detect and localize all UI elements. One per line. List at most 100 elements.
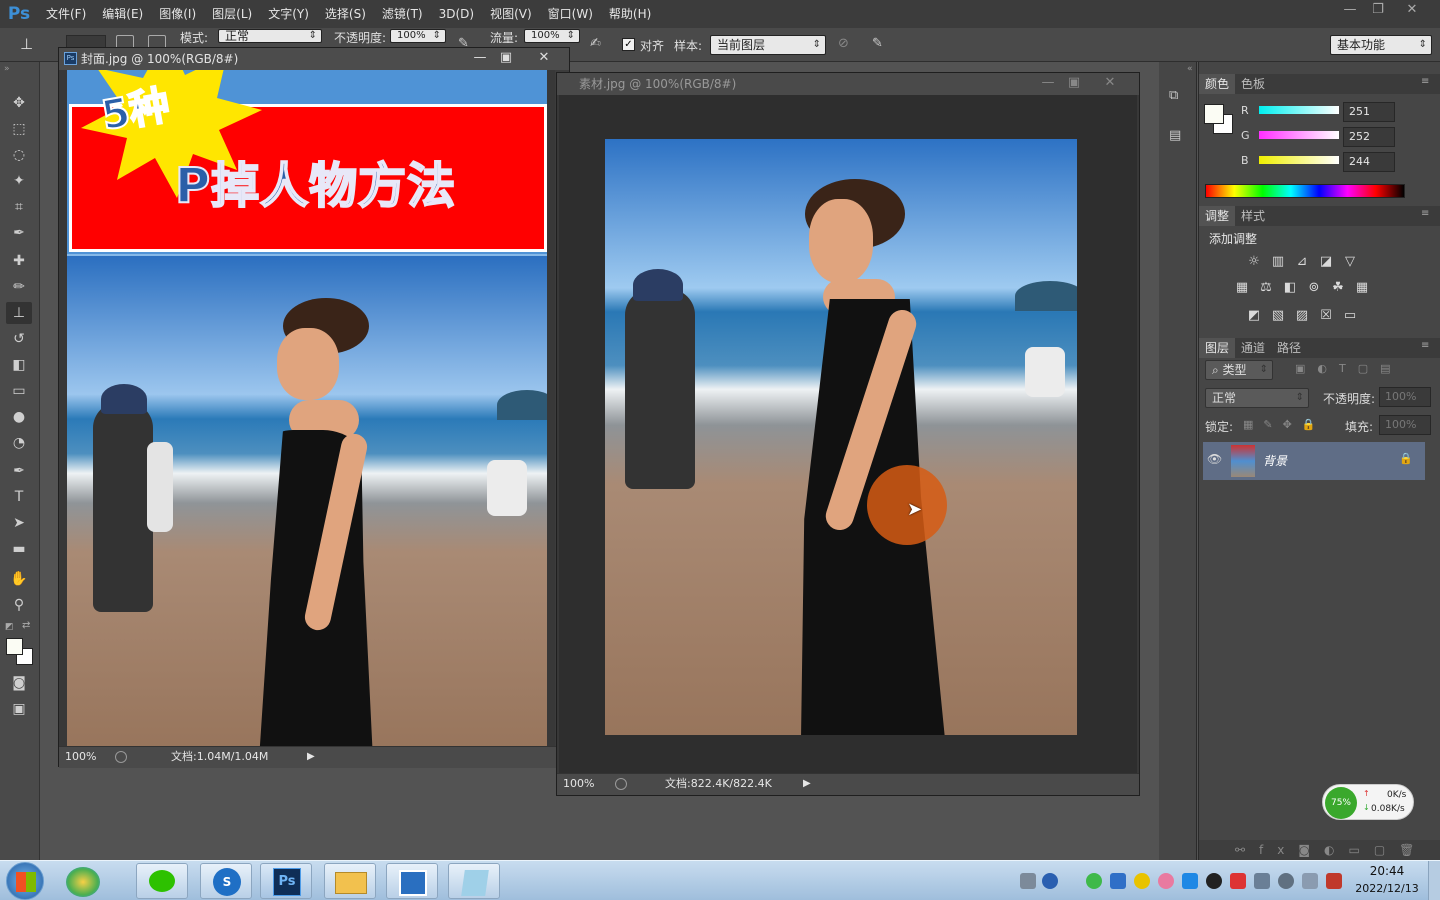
tab-channels[interactable]: 通道 [1235,338,1271,358]
lock-icons[interactable]: ▦✎✥🔒 [1243,418,1326,431]
menu-3d[interactable]: 3D(D) [431,0,482,28]
pressure-size-icon[interactable]: ✎ [872,36,888,52]
start-button[interactable] [6,862,44,900]
doc2-status-arrow-icon[interactable]: ▶ [803,774,811,794]
menu-view[interactable]: 视图(V) [482,0,540,28]
doc2-minimize-button[interactable]: — [1035,73,1061,93]
taskbar-notes[interactable] [448,863,500,899]
dodge-tool-icon[interactable]: ◔ [6,432,32,454]
doc1-info-icon[interactable] [115,751,127,763]
marquee-tool-icon[interactable]: ⬚ [6,118,32,140]
photo-filter-icon[interactable]: ⊚ [1305,280,1323,296]
panel-menu-icon[interactable]: ≡ [1421,340,1429,351]
menu-select[interactable]: 选择(S) [317,0,374,28]
display-tray-icon[interactable] [1302,873,1318,889]
selective-color-icon[interactable]: ☒ [1317,308,1335,324]
menu-file[interactable]: 文件(F) [38,0,94,28]
flow-select[interactable]: 100% [524,29,580,43]
blend-mode-select[interactable]: 正常 [1205,388,1309,408]
color-balance-icon[interactable]: ⚖ [1257,280,1275,296]
wechat-tray-icon[interactable] [1086,873,1102,889]
move-tool-icon[interactable]: ✥ [6,92,32,114]
layer-opacity-value[interactable]: 100% [1379,387,1431,407]
doc1-close-button[interactable]: ✕ [531,48,557,68]
type-tool-icon[interactable]: T [6,486,32,508]
opacity-select[interactable]: 100% [390,29,446,43]
color-app-icon[interactable] [66,867,100,897]
brush-tool-icon[interactable]: ✏ [6,276,32,298]
levels-icon[interactable]: ▥ [1269,254,1287,270]
menu-filter[interactable]: 滤镜(T) [374,0,431,28]
eyedropper-tool-icon[interactable]: ✒ [6,222,32,244]
properties-panel-icon[interactable]: ▤ [1169,128,1187,146]
lasso-tool-icon[interactable]: ◌ [6,144,32,166]
layer-filter-icons[interactable]: ▣◐T▢▤ [1295,362,1403,375]
tab-layers[interactable]: 图层 [1199,338,1236,358]
layer-filter-select[interactable]: ⌕ 类型 [1205,360,1273,380]
doc1-status-arrow-icon[interactable]: ▶ [307,747,315,767]
menu-edit[interactable]: 编辑(E) [94,0,151,28]
app-restore-button[interactable]: ❐ [1364,0,1392,20]
security-tray-icon[interactable] [1134,873,1150,889]
network-tray-icon[interactable] [1110,873,1126,889]
windows-flag-tray-icon[interactable] [1182,873,1198,889]
taskbar-media[interactable] [386,863,438,899]
layer-actions-bar[interactable]: ⚯fx◙◐▭▢🗑 [1199,840,1440,860]
collapse-arrows-icon[interactable]: « [1187,64,1193,74]
pen-tool-icon[interactable]: ✒ [6,460,32,482]
tab-paths[interactable]: 路径 [1271,338,1307,358]
history-brush-tool-icon[interactable]: ↺ [6,328,32,350]
eraser-tool-icon[interactable]: ◧ [6,354,32,376]
network-speed-widget[interactable]: 75% ↑ 0K/s ↓ 0.08K/s [1322,784,1414,820]
tab-color[interactable]: 颜色 [1199,74,1236,94]
clone-stamp-tool-icon[interactable]: ⊥ [6,302,32,324]
screen-mode-icon[interactable]: ▣ [6,698,32,720]
menu-image[interactable]: 图像(I) [151,0,204,28]
fg-color-swatch[interactable] [1204,104,1224,124]
menu-type[interactable]: 文字(Y) [260,0,317,28]
b-slider[interactable] [1259,156,1339,164]
channel-mixer-icon[interactable]: ☘ [1329,280,1347,296]
power-tray-icon[interactable] [1278,873,1294,889]
clock-date[interactable]: 2022/12/13 [1352,882,1422,895]
menu-help[interactable]: 帮助(H) [601,0,659,28]
clock-time[interactable]: 20:44 [1352,864,1422,878]
material-canvas[interactable]: ➤ [605,139,1077,735]
volume-tray-icon[interactable] [1254,873,1270,889]
foreground-color-swatch[interactable] [6,638,23,655]
airbrush-icon[interactable]: ✍ [590,36,608,52]
blur-tool-icon[interactable]: ● [6,406,32,428]
menu-window[interactable]: 窗口(W) [540,0,601,28]
layer-name[interactable]: 背景 [1263,452,1287,469]
exposure-icon[interactable]: ◪ [1317,254,1335,270]
posterize-icon[interactable]: ▧ [1269,308,1287,324]
doc2-maximize-button[interactable]: ▣ [1061,73,1087,93]
rectangle-tool-icon[interactable]: ▬ [6,538,32,560]
zoom-tool-icon[interactable]: ⚲ [6,594,32,616]
r-slider[interactable] [1259,106,1339,114]
gradient-tool-icon[interactable]: ▭ [6,380,32,402]
panel-menu-icon[interactable]: ≡ [1421,208,1429,219]
curves-icon[interactable]: ⊿ [1293,254,1311,270]
doc1-zoom[interactable]: 100% [65,747,96,767]
layer-row-background[interactable]: 👁 背景 🔒 [1203,442,1425,480]
invert-icon[interactable]: ◩ [1245,308,1263,324]
flower-tray-icon[interactable] [1158,873,1174,889]
brightness-icon[interactable]: ☼ [1245,254,1263,270]
help-tray-icon[interactable] [1042,873,1058,889]
alert-tray-icon[interactable] [1230,873,1246,889]
doc2-info-icon[interactable] [615,778,627,790]
hue-saturation-icon[interactable]: ▦ [1233,280,1251,296]
taskbar-explorer[interactable] [324,863,376,899]
workspace-select[interactable]: 基本功能 [1330,35,1432,55]
panel-menu-icon[interactable]: ≡ [1421,76,1429,87]
black-white-icon[interactable]: ◧ [1281,280,1299,296]
history-panel-icon[interactable]: ⧉ [1169,88,1187,106]
swap-colors-icon[interactable]: ⇄ [22,620,30,631]
qq-tray-icon[interactable] [1206,873,1222,889]
b-value[interactable]: 244 [1343,152,1395,172]
app-minimize-button[interactable]: — [1336,0,1364,20]
healing-brush-tool-icon[interactable]: ✚ [6,250,32,272]
taskbar-sogou[interactable]: S [200,863,252,899]
r-value[interactable]: 251 [1343,102,1395,122]
